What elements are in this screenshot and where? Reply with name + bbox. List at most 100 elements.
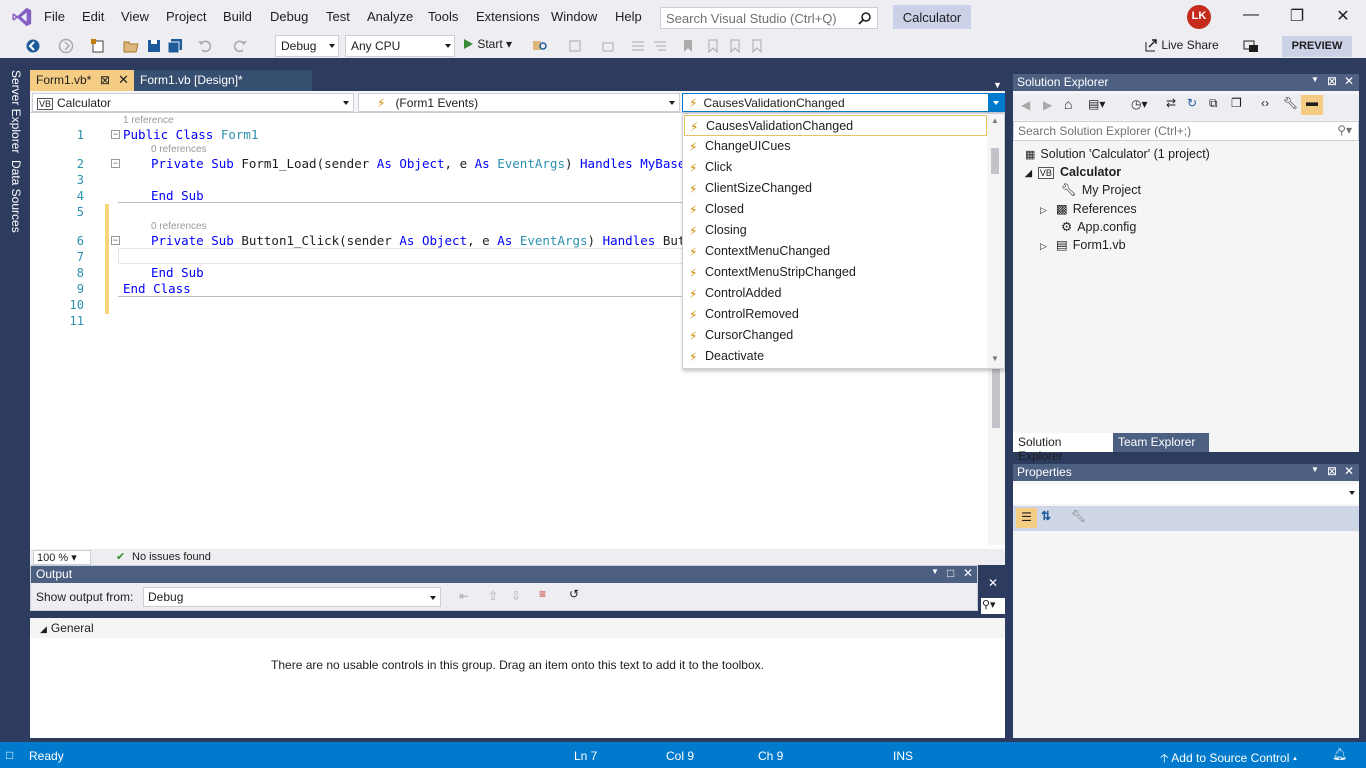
- event-option[interactable]: ⚡︎ CausesValidationChanged: [684, 115, 987, 136]
- pin-icon[interactable]: ⊠: [1327, 74, 1337, 88]
- menu-window[interactable]: Window: [551, 9, 597, 24]
- alphabetical-icon[interactable]: ⇅: [1041, 509, 1051, 523]
- restore-button[interactable]: ❐: [1282, 6, 1312, 28]
- back-icon[interactable]: ◀: [1021, 98, 1030, 112]
- bookmark-next-icon[interactable]: [727, 38, 743, 54]
- solution-platform-select[interactable]: Any CPU: [345, 35, 455, 57]
- event-option[interactable]: ⚡︎ CursorChanged: [684, 325, 987, 346]
- menu-build[interactable]: Build: [223, 9, 252, 24]
- scroll-up-icon[interactable]: ▲: [991, 116, 999, 125]
- show-all-files-icon[interactable]: ❐: [1231, 96, 1242, 110]
- collapse-icon[interactable]: −: [111, 236, 120, 245]
- close-icon[interactable]: ✕: [1344, 464, 1354, 478]
- notifications-bell-icon[interactable]: 🔔︎: [1332, 747, 1347, 761]
- dropdown-scrollbar[interactable]: ▲ ▼: [987, 114, 1004, 368]
- issues-status[interactable]: No issues found: [132, 551, 211, 563]
- toolbox-group-header[interactable]: ◢ General: [30, 618, 1005, 638]
- tab-form1-design[interactable]: Form1.vb [Design]*: [134, 70, 312, 91]
- word-wrap-icon[interactable]: ↺: [569, 587, 579, 601]
- tree-item-app-config[interactable]: ⚙ App.config: [1061, 219, 1136, 234]
- event-option[interactable]: ⚡︎ ContextMenuStripChanged: [684, 262, 987, 283]
- tab-form1-vb[interactable]: Form1.vb* ⊠ ✕: [30, 70, 134, 91]
- bookmark-clear-icon[interactable]: [749, 38, 765, 54]
- menu-analyze[interactable]: Analyze: [367, 9, 413, 24]
- categorized-icon[interactable]: ☰: [1016, 508, 1037, 528]
- close-icon[interactable]: ✕: [988, 576, 998, 590]
- tree-item-references[interactable]: ▷ ▩ References: [1040, 201, 1137, 216]
- code-lens-references[interactable]: 0 references: [151, 221, 207, 232]
- menu-view[interactable]: View: [121, 9, 149, 24]
- property-pages-icon[interactable]: 🔧︎: [1071, 509, 1086, 523]
- event-option[interactable]: ⚡︎ ChangeUICues: [684, 136, 987, 157]
- close-icon[interactable]: ✕: [118, 72, 129, 88]
- tab-team-explorer[interactable]: Team Explorer: [1113, 433, 1209, 452]
- previous-message-icon[interactable]: ⇧: [488, 589, 498, 603]
- undo-icon[interactable]: [197, 38, 213, 54]
- menu-file[interactable]: File: [44, 9, 65, 24]
- save-all-icon[interactable]: [167, 38, 183, 54]
- tree-item-my-project[interactable]: 🔧︎ My Project: [1061, 183, 1141, 198]
- save-icon[interactable]: [146, 38, 162, 54]
- bookmark-icon[interactable]: [680, 38, 696, 54]
- view-code-icon[interactable]: ‹›: [1261, 96, 1269, 110]
- dropdown-button[interactable]: [988, 94, 1004, 111]
- goto-location-icon[interactable]: ⇤: [459, 589, 469, 603]
- event-option[interactable]: ⚡︎ Deactivate: [684, 346, 987, 367]
- scrollbar-thumb[interactable]: [992, 363, 1000, 428]
- add-to-source-control-button[interactable]: 🡡︎ Add to Source Control ▴: [1160, 749, 1297, 768]
- forward-icon[interactable]: ▶: [1043, 98, 1052, 112]
- event-option[interactable]: ⚡︎ Closed: [684, 199, 987, 220]
- live-share-button[interactable]: Live Share: [1144, 38, 1219, 52]
- toolbar-action-icon[interactable]: [600, 38, 616, 54]
- collapse-all-icon[interactable]: ⧉: [1209, 96, 1218, 111]
- switch-views-icon[interactable]: ▤▾: [1088, 97, 1105, 111]
- collapse-icon[interactable]: −: [111, 159, 120, 168]
- event-option[interactable]: ⚡︎ Click: [684, 157, 987, 178]
- menu-edit[interactable]: Edit: [82, 9, 104, 24]
- back-icon[interactable]: [25, 38, 41, 54]
- collapse-icon[interactable]: −: [111, 130, 120, 139]
- scrollbar-thumb[interactable]: [991, 148, 999, 174]
- menu-test[interactable]: Test: [326, 9, 350, 24]
- event-option[interactable]: ⚡︎ Closing: [684, 220, 987, 241]
- pin-icon[interactable]: ⊠: [1327, 464, 1337, 478]
- properties-object-select[interactable]: [1013, 484, 1359, 504]
- zoom-select[interactable]: 100 % ▾: [33, 550, 91, 565]
- event-option[interactable]: ⚡︎ ClientSizeChanged: [684, 178, 987, 199]
- preview-selected-icon[interactable]: ▬: [1301, 95, 1323, 115]
- home-icon[interactable]: ⌂: [1064, 96, 1072, 112]
- feedback-icon[interactable]: [1243, 38, 1259, 54]
- document-list-dropdown-icon[interactable]: ▼: [993, 80, 1002, 90]
- menu-extensions[interactable]: Extensions: [476, 9, 540, 24]
- clear-all-icon[interactable]: ≡: [539, 587, 546, 601]
- comment-icon[interactable]: [630, 38, 646, 54]
- minimize-button[interactable]: —: [1236, 6, 1266, 28]
- bookmark-prev-icon[interactable]: [705, 38, 721, 54]
- window-menu-icon[interactable]: ▼: [1311, 75, 1319, 84]
- code-lens-references[interactable]: 0 references: [151, 144, 207, 155]
- event-option[interactable]: ⚡︎ ControlRemoved: [684, 304, 987, 325]
- type-nav-combo[interactable]: ⚡︎ (Form1 Events): [358, 93, 680, 112]
- menu-help[interactable]: Help: [615, 9, 642, 24]
- project-nav-combo[interactable]: VB Calculator: [32, 93, 354, 112]
- search-icon[interactable]: ⚲▾: [981, 598, 1005, 614]
- close-icon[interactable]: ✕: [963, 566, 973, 580]
- start-button[interactable]: Start ▾: [462, 37, 512, 55]
- tree-solution[interactable]: ▦ Solution 'Calculator' (1 project): [1025, 147, 1210, 161]
- solution-configuration-select[interactable]: Debug: [275, 35, 339, 57]
- event-option[interactable]: ⚡︎ ControlAdded: [684, 283, 987, 304]
- window-menu-icon[interactable]: ▼: [931, 567, 939, 576]
- code-lens-references[interactable]: 1 reference: [123, 115, 174, 126]
- avatar[interactable]: LK: [1187, 5, 1211, 29]
- new-project-icon[interactable]: [90, 38, 106, 54]
- refresh-icon[interactable]: ↻: [1187, 96, 1197, 110]
- output-source-select[interactable]: Debug: [143, 587, 441, 607]
- member-nav-combo[interactable]: ⚡︎ CausesValidationChanged: [682, 93, 1005, 112]
- menu-project[interactable]: Project: [166, 9, 206, 24]
- sync-icon[interactable]: ⇄: [1166, 96, 1176, 110]
- tree-item-form1-vb[interactable]: ▷ ▤ Form1.vb: [1040, 237, 1126, 252]
- data-sources-tab[interactable]: Data Sources: [9, 160, 23, 233]
- next-message-icon[interactable]: ⇩: [511, 589, 521, 603]
- pending-changes-icon[interactable]: ◷▾: [1131, 97, 1148, 111]
- server-explorer-tab[interactable]: Server Explorer: [9, 70, 23, 153]
